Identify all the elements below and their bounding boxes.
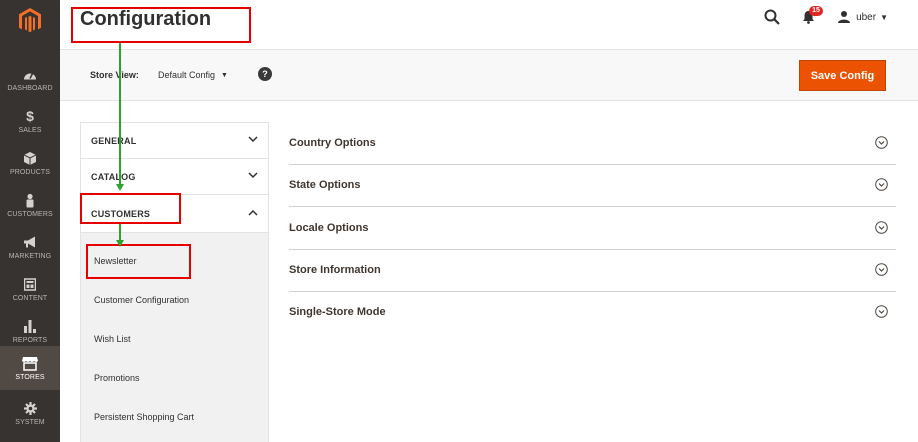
nav-dashboard[interactable]: DASHBOARD [0,58,60,100]
nav-reports-label: REPORTS [12,336,48,344]
nav-system[interactable]: SYSTEM [0,392,60,434]
config-item-label: Wish List [94,334,131,344]
expand-circle-icon [875,221,888,234]
chevron-up-icon [248,209,258,216]
nav-customers-label: CUSTOMERS [7,210,53,218]
admin-page: DASHBOARD $ SALES PRODUCTS CUSTOMERS MAR… [0,0,918,442]
notifications-button[interactable]: 15 [802,6,823,24]
megaphone-icon [24,236,35,247]
search-icon[interactable] [764,9,780,25]
config-item-persistent-shopping-cart[interactable]: Persistent Shopping Cart [81,397,268,436]
notification-count-badge: 15 [809,6,823,16]
section-general[interactable]: GENERAL [81,123,268,159]
group-title: Store Information [289,264,381,276]
config-item-wish-list[interactable]: Wish List [81,319,268,358]
expand-circle-icon [875,136,888,149]
config-item-label: Persistent Shopping Cart [94,412,195,422]
nav-customers[interactable]: CUSTOMERS [0,184,60,226]
layout-icon [24,277,36,291]
group-title: Locale Options [289,222,369,234]
person-icon [26,193,34,207]
store-view-switcher[interactable]: Default Config ▼ [158,70,228,80]
section-catalog[interactable]: CATALOG [81,159,268,195]
nav-products-label: PRODUCTS [9,168,51,176]
nav-content-label: CONTENT [12,294,48,302]
group-country-options[interactable]: Country Options [289,122,896,165]
annotation-box-title [71,7,251,43]
chevron-down-icon: ▼ [221,71,228,79]
nav-marketing-label: MARKETING [8,252,52,260]
config-tabs: GENERAL CATALOG CUSTOMERS Newsletter Cus… [80,122,269,442]
config-item-promotions[interactable]: Promotions [81,358,268,397]
cube-icon [24,151,36,165]
speedometer-icon [24,71,36,79]
annotation-box-customers [80,193,181,224]
expand-circle-icon [875,263,888,276]
storefront-icon [22,356,38,371]
chevron-down-icon [248,172,258,179]
admin-sidebar: DASHBOARD $ SALES PRODUCTS CUSTOMERS MAR… [0,0,60,442]
group-title: Country Options [289,137,376,149]
group-store-information[interactable]: Store Information [289,249,896,292]
annotation-box-newsletter [86,244,191,279]
nav-system-label: SYSTEM [15,418,45,426]
nav-dashboard-label: DASHBOARD [7,84,53,92]
nav-stores[interactable]: STORES [0,346,60,390]
section-catalog-title: CATALOG [91,172,136,182]
group-title: Single-Store Mode [289,306,386,318]
nav-sales[interactable]: $ SALES [0,100,60,142]
section-general-title: GENERAL [91,136,137,146]
save-config-button[interactable]: Save Config [799,60,886,91]
store-view-label: Store View: [90,70,139,80]
store-view-toolbar: Store View: Default Config ▼ ? Save Conf… [60,49,918,101]
user-icon[interactable] [838,11,851,23]
gear-icon [23,401,37,415]
user-menu-caret-icon[interactable]: ▼ [880,13,888,22]
nav-sales-label: SALES [18,126,42,134]
header-actions: 15 uber ▼ [764,6,888,26]
nav-marketing[interactable]: MARKETING [0,226,60,268]
group-state-options[interactable]: State Options [289,164,896,207]
group-single-store-mode[interactable]: Single-Store Mode [289,291,896,334]
config-item-label: Promotions [94,373,140,383]
nav-stores-label: STORES [15,373,45,381]
expand-circle-icon [875,305,888,318]
nav-products[interactable]: PRODUCTS [0,142,60,184]
chevron-down-icon [248,136,258,143]
store-view-value: Default Config [158,70,216,80]
help-icon[interactable]: ? [258,67,272,81]
config-item-customer-configuration[interactable]: Customer Configuration [81,280,268,319]
group-locale-options[interactable]: Locale Options [289,207,896,250]
group-title: State Options [289,179,361,191]
dollar-icon: $ [26,107,34,124]
expand-circle-icon [875,178,888,191]
nav-content[interactable]: CONTENT [0,268,60,310]
user-name[interactable]: uber [856,12,876,23]
bar-chart-icon [24,319,36,333]
config-item-label: Customer Configuration [94,295,190,305]
magento-logo-icon[interactable] [0,0,60,42]
